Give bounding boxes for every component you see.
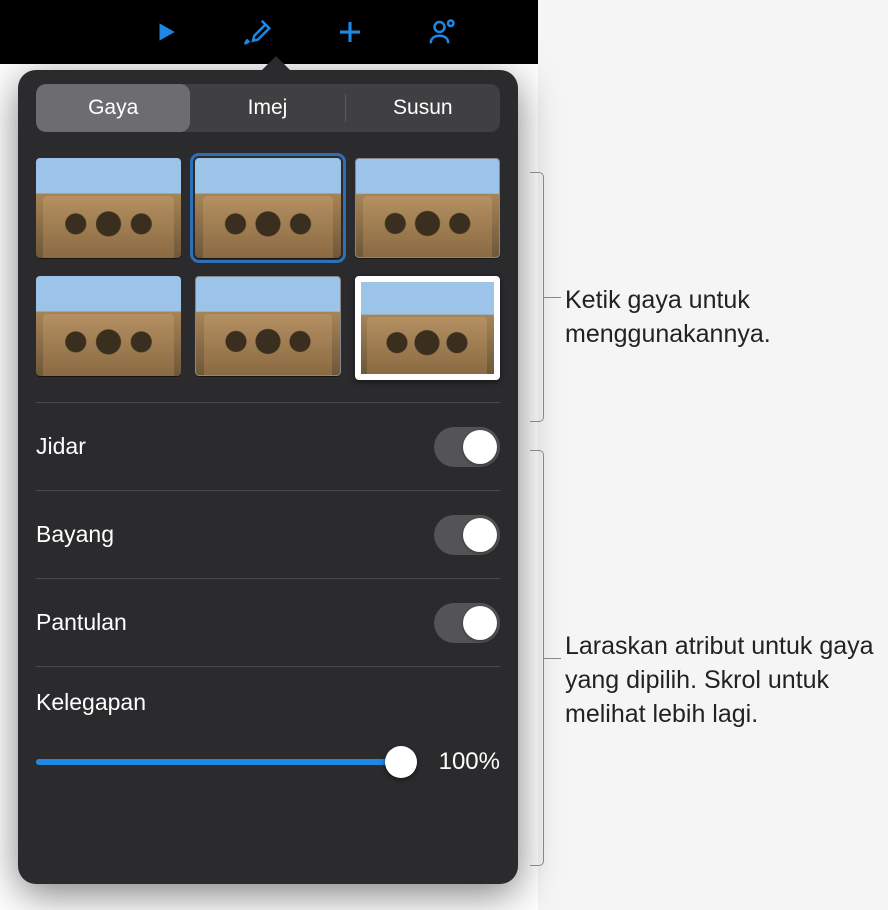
border-toggle[interactable] <box>434 427 500 467</box>
style-preset[interactable] <box>195 276 340 376</box>
tab-label: Susun <box>393 96 453 120</box>
control-label: Bayang <box>36 521 114 548</box>
control-label: Jidar <box>36 433 86 460</box>
tab-image[interactable]: Imej <box>190 84 344 132</box>
slider-knob[interactable] <box>385 746 417 778</box>
row-reflection[interactable]: Pantulan <box>36 578 500 666</box>
tab-label: Gaya <box>88 96 138 120</box>
row-border[interactable]: Jidar <box>36 402 500 490</box>
style-controls: Jidar Bayang Pantulan Kelegapan <box>36 402 500 778</box>
tab-label: Imej <box>248 96 288 120</box>
format-tabs: Gaya Imej Susun <box>36 84 500 132</box>
plus-icon[interactable] <box>334 16 366 48</box>
row-opacity: Kelegapan 100% <box>36 666 500 778</box>
control-label: Kelegapan <box>36 689 500 716</box>
style-presets-grid <box>36 158 500 398</box>
brush-icon[interactable] <box>242 16 274 48</box>
callout-bracket <box>530 172 544 422</box>
opacity-value: 100% <box>430 748 500 776</box>
style-preset[interactable] <box>36 276 181 376</box>
style-preset[interactable] <box>355 158 500 258</box>
callout-bracket <box>530 450 544 866</box>
collaborate-icon[interactable] <box>426 16 458 48</box>
tab-style[interactable]: Gaya <box>36 84 190 132</box>
control-label: Pantulan <box>36 609 127 636</box>
format-popover: Gaya Imej Susun Jidar Bayang Pantulan <box>18 70 518 884</box>
style-preset[interactable] <box>355 276 500 380</box>
style-preset[interactable] <box>195 158 340 258</box>
shadow-toggle[interactable] <box>434 515 500 555</box>
style-preset[interactable] <box>36 158 181 258</box>
tab-arrange[interactable]: Susun <box>346 84 500 132</box>
app-toolbar <box>0 0 538 64</box>
play-icon[interactable] <box>150 16 182 48</box>
canvas-area: Gaya Imej Susun Jidar Bayang Pantulan <box>0 64 538 910</box>
callout-text: Laraskan atribut untuk gaya yang dipilih… <box>565 630 885 731</box>
opacity-slider[interactable] <box>36 746 416 778</box>
callout-text: Ketik gaya untuk menggunakannya. <box>565 284 875 352</box>
row-shadow[interactable]: Bayang <box>36 490 500 578</box>
reflection-toggle[interactable] <box>434 603 500 643</box>
